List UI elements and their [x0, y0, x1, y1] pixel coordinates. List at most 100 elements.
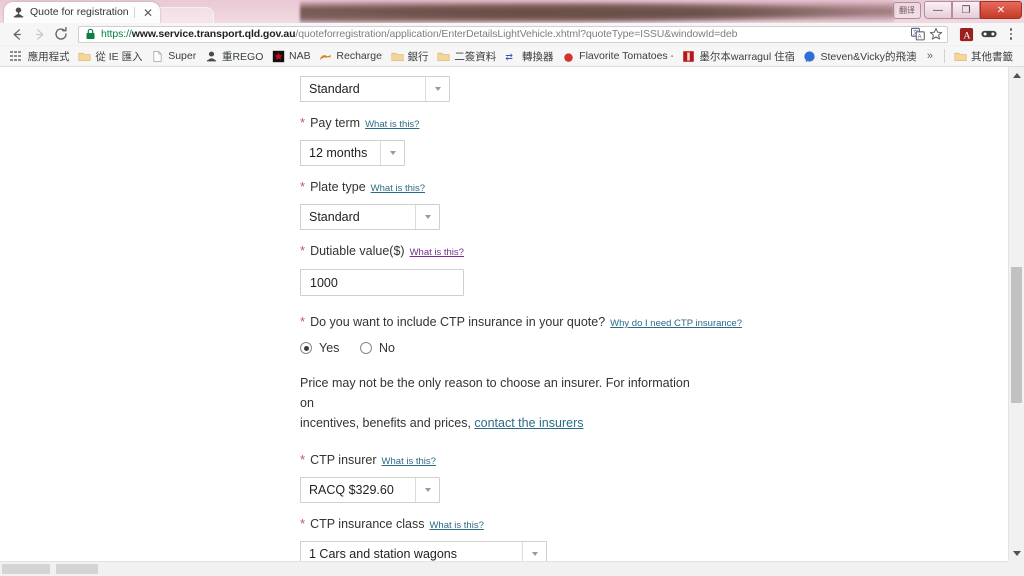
required-marker: * — [300, 243, 306, 258]
translate-toolbar-button[interactable]: 翻译 — [893, 1, 921, 19]
horizontal-scrollbar-thumb-secondary[interactable] — [56, 564, 98, 574]
bookmark-label: NAB — [289, 50, 311, 62]
extension-icons: A — [952, 26, 1018, 42]
bookmark-apps[interactable]: 應用程式 — [4, 48, 74, 65]
folder-icon — [437, 52, 450, 61]
bookmark-label: 轉換器 — [521, 50, 554, 63]
scroll-down-icon[interactable] — [1009, 545, 1024, 561]
radio-label: No — [379, 341, 395, 355]
chrome-menu-icon[interactable] — [1004, 28, 1018, 40]
bookmark-item-8[interactable]: Flavorite Tomatoes - — [558, 49, 678, 64]
reload-icon[interactable] — [50, 23, 72, 45]
ctp-class-label-row: * CTP insurance class What is this? — [300, 515, 1008, 533]
url-text: https://www.service.transport.qld.gov.au… — [101, 27, 911, 42]
ctp-include-label-row: * Do you want to include CTP insurance i… — [300, 313, 1008, 331]
pay-term-select[interactable]: 12 months — [300, 140, 405, 166]
folder-icon — [954, 52, 967, 61]
minimize-button[interactable]: — — [924, 1, 952, 19]
bookmark-label: 二簽資料 — [454, 50, 496, 63]
tab-separator — [133, 7, 135, 18]
chevron-down-icon[interactable] — [415, 478, 439, 502]
ctp-include-help-link[interactable]: Why do I need CTP insurance? — [610, 318, 742, 329]
url-path: /quoteforregistration/application/EnterD… — [295, 27, 738, 40]
ctp-include-radio-group: Yes No — [300, 341, 1008, 355]
field-ctp-class: * CTP insurance class What is this? 1 Ca… — [300, 515, 1008, 561]
scroll-up-icon[interactable] — [1009, 67, 1024, 83]
insurer-note-line2-prefix: incentives, benefits and prices, — [300, 416, 475, 430]
pay-term-label-row: * Pay term What is this? — [300, 114, 1008, 132]
horizontal-scrollbar-thumb[interactable] — [2, 564, 50, 574]
back-arrow-glyph — [13, 28, 21, 40]
bookmark-item-9[interactable]: 墨尔本warragul 住宿 — [678, 48, 799, 65]
dutiable-value-label-row: * Dutiable value($) What is this? — [300, 242, 1008, 260]
tab-strip: Quote for registration ✕ 翻译 — ❐ ✕ — [0, 0, 1024, 23]
chevron-down-icon[interactable] — [522, 542, 546, 561]
dutiable-value-input[interactable] — [300, 269, 464, 296]
field-ctp-include: * Do you want to include CTP insurance i… — [300, 313, 1008, 355]
maximize-button[interactable]: ❐ — [952, 1, 980, 19]
bookmark-item-4[interactable]: Recharge — [315, 49, 386, 64]
radio-dot-selected-icon[interactable] — [300, 342, 312, 354]
window-controls: 翻译 — ❐ ✕ — [893, 1, 1022, 19]
required-marker: * — [300, 179, 306, 194]
vertical-scrollbar-thumb[interactable] — [1011, 267, 1022, 403]
chevron-down-icon[interactable] — [415, 205, 439, 229]
ctp-include-radio-no[interactable]: No — [360, 341, 395, 355]
plate-type-label: Plate type — [310, 180, 366, 194]
kebab-dot — [1009, 28, 1013, 31]
vertical-scrollbar[interactable] — [1008, 67, 1024, 561]
insurer-note-line1: Price may not be the only reason to choo… — [300, 376, 690, 410]
blue-circle-icon — [804, 50, 816, 62]
close-window-button[interactable]: ✕ — [980, 1, 1022, 19]
horizontal-scrollbar[interactable] — [0, 561, 1024, 576]
ctp-insurer-help-link[interactable]: What is this? — [382, 456, 436, 467]
bookmark-item-1[interactable]: Super — [147, 49, 201, 64]
page-icon — [153, 50, 162, 62]
radio-label: Yes — [319, 341, 340, 355]
bookmarks-overflow-icon[interactable]: » — [921, 50, 939, 62]
back-icon[interactable] — [6, 23, 28, 45]
required-marker: * — [300, 516, 306, 531]
field-pay-term: * Pay term What is this? 12 months — [300, 114, 1008, 166]
plate-type-help-link[interactable]: What is this? — [371, 183, 425, 194]
browser-extension-icon[interactable] — [981, 26, 997, 42]
ctp-class-help-link[interactable]: What is this? — [429, 520, 483, 531]
bookmark-item-10[interactable]: Steven&Vicky的飛澳 — [799, 48, 920, 65]
bookmark-item-5[interactable]: 銀行 — [387, 48, 434, 65]
bookmark-item-0[interactable]: 從 IE 匯入 — [74, 48, 147, 65]
registration-quote-form: Standard * Pay term What is this? 12 mon… — [0, 67, 1008, 561]
browser-toolbar: https://www.service.transport.qld.gov.au… — [0, 23, 1024, 46]
new-tab-button[interactable] — [154, 7, 214, 23]
ctp-include-radio-yes[interactable]: Yes — [300, 341, 360, 355]
translate-page-icon[interactable]: 文 A — [911, 27, 925, 41]
bookmark-item-7[interactable]: ⇄ 轉換器 — [501, 48, 558, 65]
bookmark-star-icon[interactable] — [929, 27, 943, 41]
svg-text:A: A — [963, 30, 971, 41]
browser-tab-quote-for-registration[interactable]: Quote for registration ✕ — [4, 2, 160, 23]
bookmarks-overflow-group: » 其他書籤 — [921, 48, 1020, 65]
tab-title: Quote for registration — [30, 6, 129, 18]
plate-type-label-row: * Plate type What is this? — [300, 178, 1008, 196]
bookmark-item-2[interactable]: 重REGO — [201, 48, 268, 65]
plate-type-select[interactable]: Standard — [300, 204, 440, 230]
plate-option-top-select[interactable]: Standard — [300, 76, 450, 102]
forward-icon[interactable] — [28, 23, 50, 45]
ctp-class-select[interactable]: 1 Cars and station wagons — [300, 541, 547, 561]
tab-close-icon[interactable]: ✕ — [140, 7, 156, 19]
bookmark-item-3[interactable]: NAB — [268, 49, 315, 64]
chevron-down-icon[interactable] — [380, 141, 404, 165]
address-bar[interactable]: https://www.service.transport.qld.gov.au… — [78, 25, 948, 43]
dutiable-value-help-link[interactable]: What is this? — [410, 247, 464, 258]
folder-icon — [391, 52, 404, 61]
required-marker: * — [300, 314, 306, 329]
ctp-insurer-select[interactable]: RACQ $329.60 — [300, 477, 440, 503]
bookmark-item-6[interactable]: 二簽資料 — [433, 48, 501, 65]
bookmark-label: Recharge — [336, 50, 382, 62]
bookmark-label: 銀行 — [407, 50, 429, 63]
contact-the-insurers-link[interactable]: contact the insurers — [474, 416, 583, 430]
pay-term-help-link[interactable]: What is this? — [365, 119, 419, 130]
adobe-acrobat-extension-icon[interactable]: A — [958, 26, 974, 42]
chevron-down-icon[interactable] — [425, 77, 449, 101]
radio-dot-icon[interactable] — [360, 342, 372, 354]
bookmark-other-bookmarks[interactable]: 其他書籤 — [950, 48, 1018, 65]
